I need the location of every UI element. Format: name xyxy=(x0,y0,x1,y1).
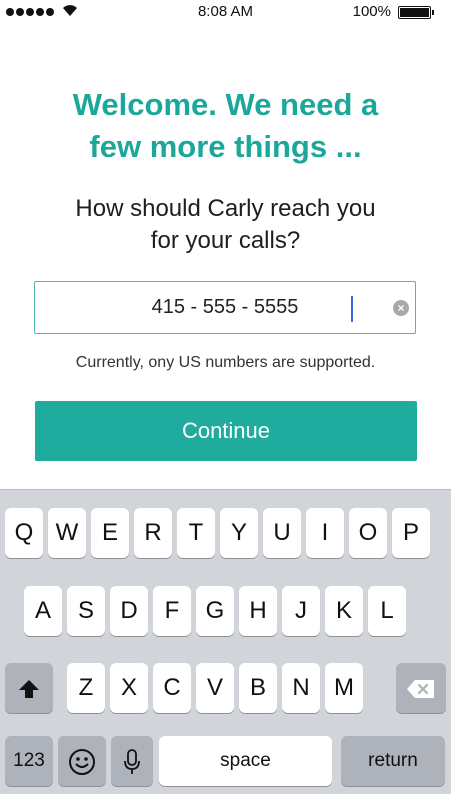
text-caret xyxy=(351,296,353,322)
key-h[interactable]: H xyxy=(239,586,277,636)
heading-line-2: few more things ... xyxy=(89,129,362,164)
battery-icon xyxy=(398,6,434,19)
emoji-icon xyxy=(69,748,95,775)
shift-icon xyxy=(19,679,39,698)
question-line-2: for your calls? xyxy=(150,227,301,254)
key-s[interactable]: S xyxy=(67,586,105,636)
key-l[interactable]: L xyxy=(368,586,406,636)
key-a[interactable]: A xyxy=(24,586,62,636)
key-i[interactable]: I xyxy=(306,508,344,558)
microphone-icon xyxy=(124,748,140,774)
key-f[interactable]: F xyxy=(153,586,191,636)
key-x[interactable]: X xyxy=(110,663,148,713)
key-q[interactable]: Q xyxy=(5,508,43,558)
key-n[interactable]: N xyxy=(282,663,320,713)
key-z[interactable]: Z xyxy=(67,663,105,713)
status-bar: 8:08 AM 100% xyxy=(0,0,451,26)
emoji-key[interactable] xyxy=(58,736,106,786)
question-line-1: How should Carly reach you xyxy=(75,195,376,222)
key-k[interactable]: K xyxy=(325,586,363,636)
dictation-key[interactable] xyxy=(111,736,153,786)
space-key[interactable]: space xyxy=(159,736,332,786)
key-y[interactable]: Y xyxy=(220,508,258,558)
key-m[interactable]: M xyxy=(325,663,363,713)
return-key[interactable]: return xyxy=(341,736,445,786)
key-p[interactable]: P xyxy=(392,508,430,558)
key-t[interactable]: T xyxy=(177,508,215,558)
phone-field[interactable]: × xyxy=(34,281,416,334)
backspace-icon xyxy=(407,679,434,698)
phone-input[interactable] xyxy=(35,282,415,333)
key-w[interactable]: W xyxy=(48,508,86,558)
key-e[interactable]: E xyxy=(91,508,129,558)
battery-percent: 100% xyxy=(352,3,391,20)
numbers-key[interactable]: 123 xyxy=(5,736,53,786)
key-r[interactable]: R xyxy=(134,508,172,558)
continue-button[interactable]: Continue xyxy=(35,401,417,461)
key-g[interactable]: G xyxy=(196,586,234,636)
keyboard: Q W E R T Y U I O P A S D F G H J K L Z … xyxy=(0,489,451,794)
delete-key[interactable] xyxy=(396,663,446,713)
heading-line-1: Welcome. We need a xyxy=(72,87,379,122)
key-d[interactable]: D xyxy=(110,586,148,636)
key-u[interactable]: U xyxy=(263,508,301,558)
key-j[interactable]: J xyxy=(282,586,320,636)
key-c[interactable]: C xyxy=(153,663,191,713)
clear-icon[interactable]: × xyxy=(393,300,409,316)
key-v[interactable]: V xyxy=(196,663,234,713)
welcome-heading: Welcome. We need a few more things ... xyxy=(0,84,451,168)
supported-numbers-note: Currently, ony US numbers are supported. xyxy=(75,354,376,371)
question-text: How should Carly reach you for your call… xyxy=(0,193,451,257)
key-o[interactable]: O xyxy=(349,508,387,558)
shift-key[interactable] xyxy=(5,663,53,713)
key-b[interactable]: B xyxy=(239,663,277,713)
